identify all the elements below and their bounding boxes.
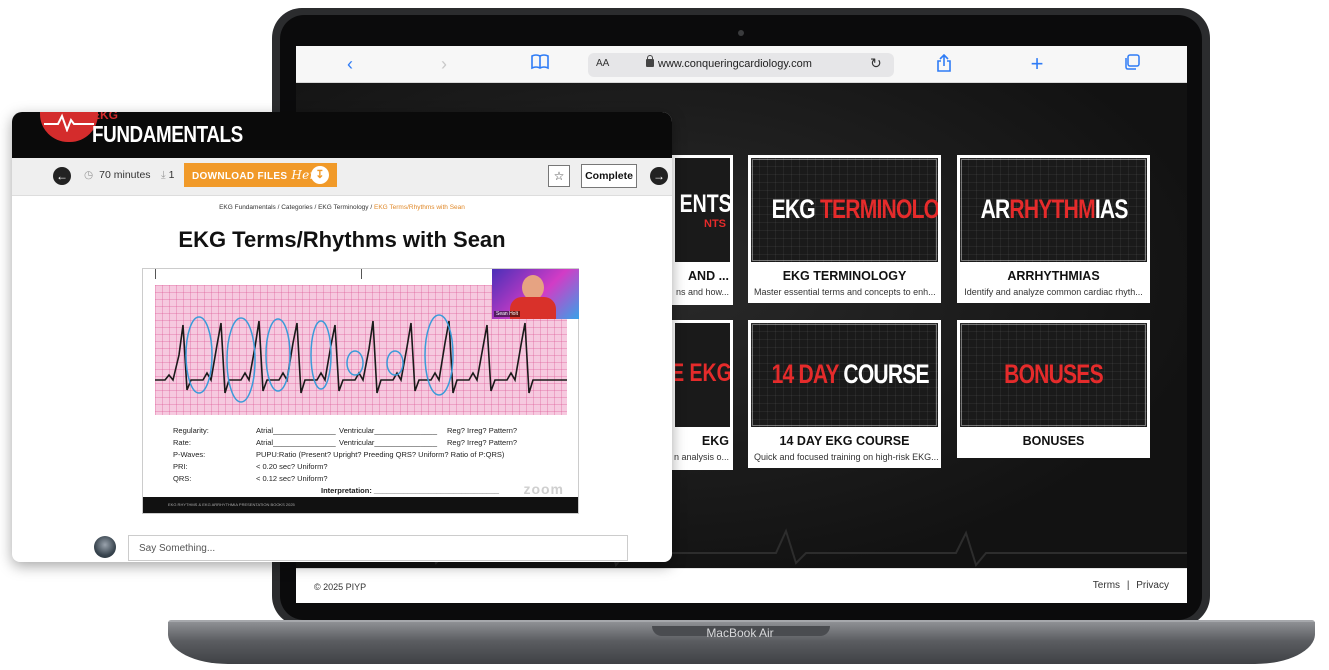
- course-card-arrhythmias[interactable]: ARRHYTHMIAS ARRHYTHMIAS Identify and ana…: [957, 155, 1150, 303]
- safari-toolbar: ‹ › AA www.conqueringcardiology.com ↻ +: [296, 46, 1187, 83]
- breadcrumb-categories[interactable]: Categories: [281, 204, 312, 211]
- comment-row: Say Something...: [12, 532, 672, 562]
- form-row: Rate: Atrial_______________ Ventricular___…: [173, 438, 518, 447]
- form-row: Regularity: Atrial_______________ Ventricu…: [173, 426, 518, 435]
- interpretation-line: Interpretation: ________________________…: [321, 486, 500, 495]
- course-card-title: EKG TERMINOLOGY: [782, 269, 907, 283]
- complete-button[interactable]: Complete: [581, 164, 637, 188]
- course-card-title: AND ...: [688, 269, 729, 283]
- lesson-header: EKG FUNDAMENTALS: [12, 112, 672, 158]
- favorite-star-button[interactable]: ☆: [548, 165, 570, 187]
- lesson-duration: ◷ 70 minutes: [84, 169, 151, 181]
- breadcrumb-ekg-fundamentals[interactable]: EKG Fundamentals: [219, 204, 276, 211]
- comment-input[interactable]: Say Something...: [128, 535, 628, 561]
- back-chevron-icon[interactable]: ‹: [338, 54, 362, 74]
- tabs-overview-icon[interactable]: [1120, 54, 1144, 74]
- course-thumbnail: ENTS NTS: [672, 155, 733, 265]
- breadcrumb-ekg-terminology[interactable]: EKG Terminology: [318, 204, 368, 211]
- bookmarks-book-icon[interactable]: [528, 54, 552, 74]
- course-thumbnail: EKG TERMINOLOGY: [748, 155, 941, 265]
- course-card-desc: Identify and analyze common cardiac rhyt…: [964, 287, 1143, 297]
- user-avatar: [94, 536, 116, 558]
- course-thumbnail: 14 DAY COURSE: [748, 320, 941, 430]
- course-card-title: BONUSES: [1022, 434, 1085, 448]
- download-files-button[interactable]: DOWNLOAD FILES Here ↧: [184, 163, 337, 187]
- thumb-title: BONUSES: [1004, 359, 1103, 389]
- presenter-name: Sean Holt: [494, 311, 520, 317]
- forward-chevron-icon[interactable]: ›: [432, 54, 456, 74]
- zoom-watermark: zoom: [523, 481, 564, 497]
- course-card-ekg-terminology[interactable]: EKG TERMINOLOGY EKG TERMINOLOGY Master e…: [748, 155, 941, 303]
- presenter-webcam: Sean Holt: [492, 269, 579, 319]
- clock-icon: ◷: [84, 169, 94, 181]
- stage: ‹ › AA www.conqueringcardiology.com ↻ + …: [0, 0, 1329, 670]
- url-text: www.conqueringcardiology.com: [658, 58, 812, 70]
- course-card-desc: Quick and focused training on high-risk …: [754, 452, 939, 462]
- form-row: PRI: < 0.20 sec? Uniform?: [173, 462, 328, 471]
- course-card-partial-top[interactable]: ENTS NTS AND ... ns and how...: [672, 155, 733, 305]
- lesson-toolbar: ← ◷ 70 minutes ⤓ 1 DOWNLOAD FILES Here ↧ ☆…: [12, 158, 672, 196]
- site-footer: © 2025 PIYP Terms | Privacy: [296, 568, 1187, 603]
- download-count: ⤓ 1: [161, 169, 175, 181]
- course-card-desc: ns and how...: [675, 287, 729, 297]
- thumb-title: EKG TERMINOLOGY: [771, 194, 940, 224]
- course-thumbnail: ARRHYTHMIAS: [957, 155, 1150, 265]
- lesson-title: EKG Terms/Rhythms with Sean: [178, 227, 506, 252]
- video-caption-bar: EKG RHYTHMS & EKG ARRHYTHMIA PRESENTATIO…: [143, 497, 578, 513]
- thumb-title: ENTS: [679, 190, 732, 218]
- course-thumbnail: BONUSES: [957, 320, 1150, 430]
- breadcrumb-current: EKG Terms/Rhythms with Sean: [373, 204, 465, 211]
- camera-dot: [738, 30, 744, 36]
- breadcrumb: EKG Fundamentals / Categories / EKG Term…: [219, 204, 465, 211]
- share-icon[interactable]: [932, 53, 956, 74]
- download-circle-icon: ↧: [311, 166, 329, 184]
- address-bar[interactable]: AA www.conqueringcardiology.com ↻: [588, 53, 894, 77]
- laptop-model-label: MacBook Air: [706, 626, 774, 640]
- privacy-link[interactable]: Privacy: [1136, 580, 1169, 591]
- course-card-title: ARRHYTHMIAS: [1007, 269, 1100, 283]
- lesson-window: EKG FUNDAMENTALS ← ◷ 70 minutes ⤓ 1 DOWNL…: [12, 112, 672, 562]
- footer-links: Terms | Privacy: [1093, 580, 1169, 591]
- logo-fundamentals-text: FUNDAMENTALS: [92, 121, 243, 147]
- course-card-title: EKG: [701, 434, 729, 448]
- heart-logo-icon: [40, 112, 98, 142]
- thumb-title: ARRHYTHMIAS: [980, 194, 1129, 224]
- ekg-analysis-form: Regularity: Atrial_______________ Ventricu…: [173, 425, 533, 495]
- course-card-14-day-course[interactable]: 14 DAY COURSE 14 DAY EKG COURSE Quick an…: [748, 320, 941, 468]
- form-row: QRS: < 0.12 sec? Uniform?: [173, 474, 328, 483]
- course-card-bonuses[interactable]: BONUSES BONUSES: [957, 320, 1150, 458]
- course-card-desc: Master essential terms and concepts to e…: [754, 287, 936, 297]
- course-card-desc: n analysis o...: [673, 452, 729, 462]
- next-lesson-arrow-icon[interactable]: →: [650, 167, 668, 185]
- thumb-title: 14 DAY COURSE: [771, 359, 930, 389]
- download-arrow-icon: ⤓: [161, 169, 166, 181]
- course-thumbnail: E EKG: [672, 320, 733, 430]
- lock-icon: [646, 55, 654, 67]
- thumb-subtitle: NTS: [704, 218, 726, 230]
- new-tab-plus-icon[interactable]: +: [1025, 53, 1049, 75]
- copyright-text: © 2025 PIYP: [314, 582, 367, 592]
- terms-link[interactable]: Terms: [1093, 580, 1120, 591]
- text-size-button[interactable]: AA: [596, 58, 609, 69]
- previous-lesson-arrow-icon[interactable]: ←: [53, 167, 71, 185]
- lesson-video-player[interactable]: Sean Holt Regularity: Atrial_____________…: [142, 268, 579, 514]
- course-card-title: 14 DAY EKG COURSE: [779, 434, 910, 448]
- reload-icon[interactable]: ↻: [870, 55, 882, 72]
- footer-separator: |: [1126, 580, 1130, 591]
- form-row: P-Waves: PUPU:Ratio (Present? Upright? Pr…: [173, 450, 505, 459]
- course-card-partial-bottom[interactable]: E EKG EKG n analysis o...: [672, 320, 733, 470]
- thumb-title: E EKG: [672, 359, 732, 387]
